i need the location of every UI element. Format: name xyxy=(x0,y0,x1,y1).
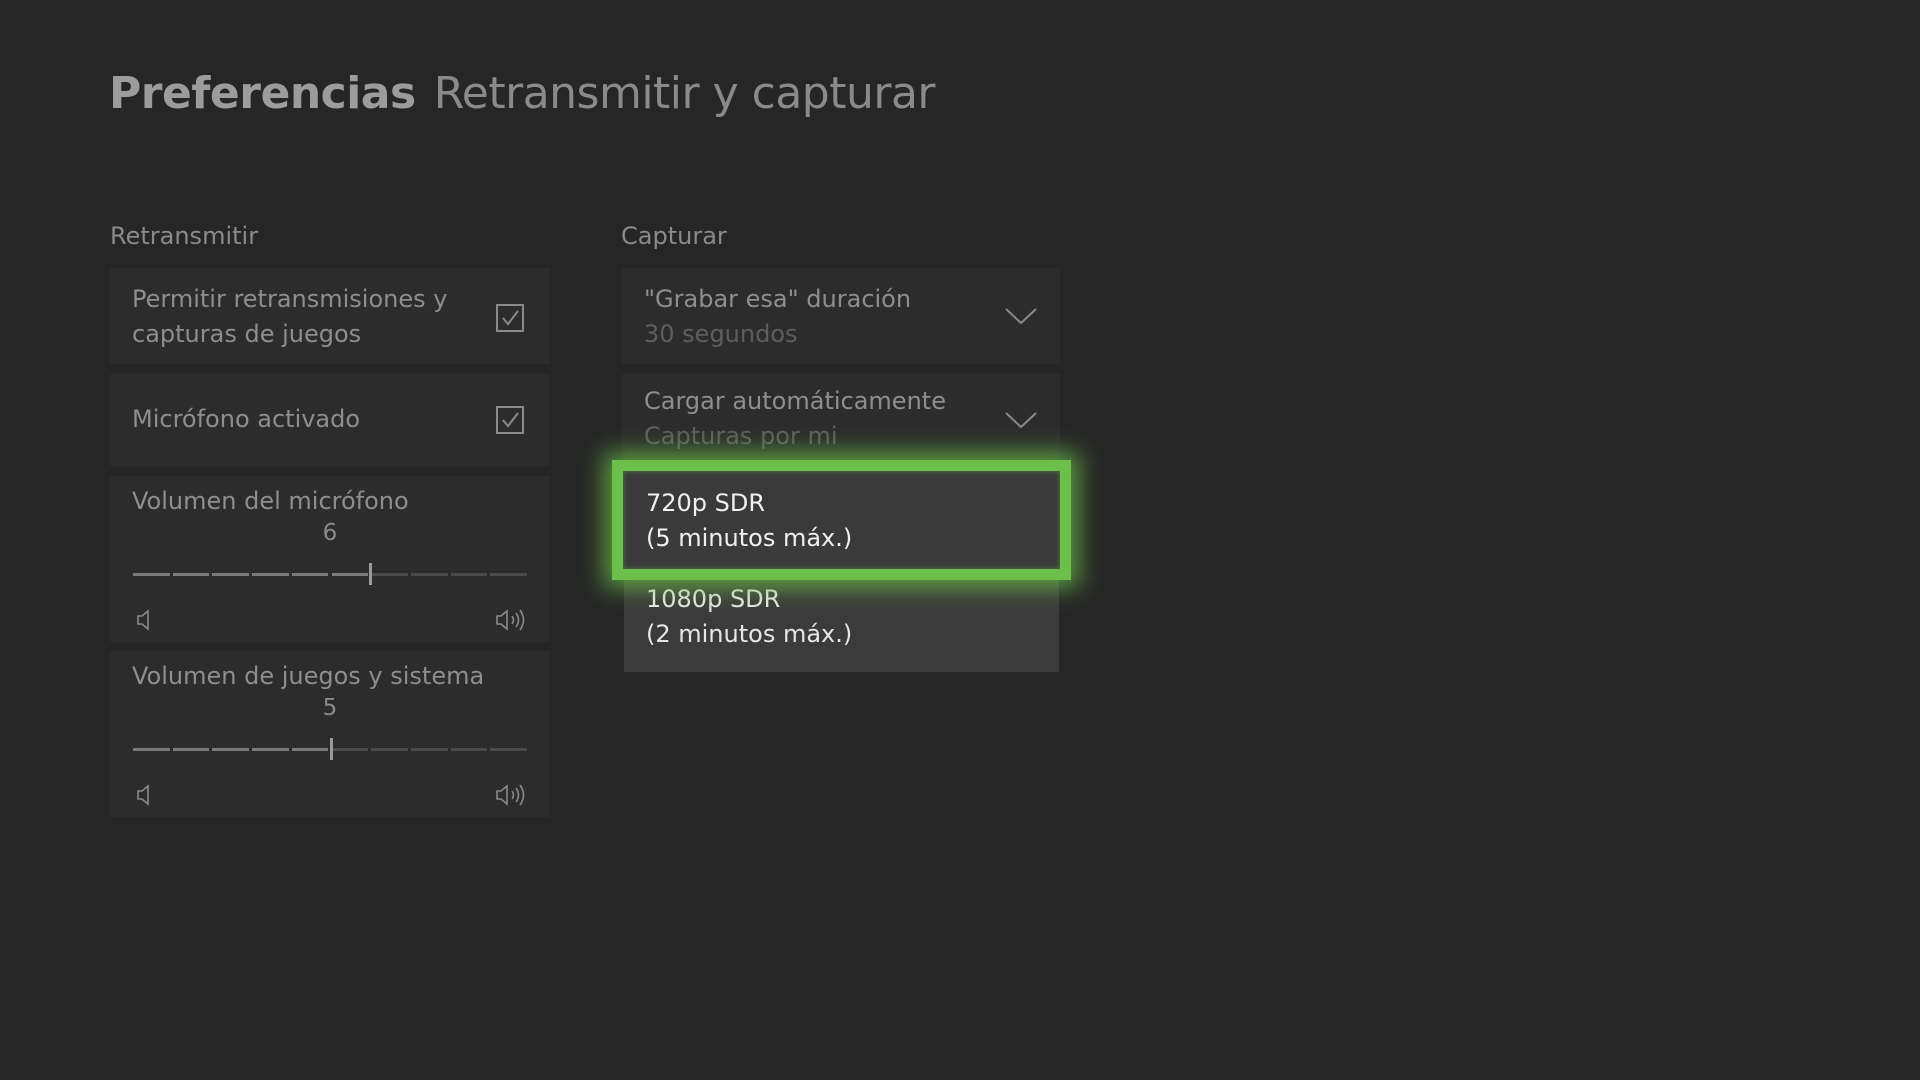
slider-segment xyxy=(291,748,329,751)
capture-heading: Capturar xyxy=(621,222,727,250)
volume-low-icon xyxy=(137,609,149,631)
mic-volume-label: Volumen del micrófono xyxy=(132,487,409,515)
slider-segment xyxy=(371,573,408,576)
slider-segment xyxy=(172,573,210,576)
slider-segment xyxy=(291,573,329,576)
page-title-main: Preferencias xyxy=(109,68,416,119)
option-1080p-sublabel: (2 minutos máx.) xyxy=(646,620,853,648)
record-that-label: "Grabar esa" duración xyxy=(644,285,912,313)
mic-volume-value: 6 xyxy=(322,520,338,546)
slider-segment xyxy=(212,573,250,576)
slider-segment xyxy=(410,573,448,576)
checkmark-icon xyxy=(502,412,519,428)
slider-segment xyxy=(331,573,369,576)
page-title: Preferencias Retransmitir y capturar xyxy=(109,68,936,119)
mic-volume-slider-tile[interactable]: Volumen del micrófono 6 xyxy=(110,476,550,642)
slider-segment xyxy=(371,748,408,751)
mic-volume-slider[interactable] xyxy=(132,563,529,585)
volume-high-icon xyxy=(496,609,525,631)
slider-thumb[interactable] xyxy=(329,738,333,760)
slider-segment xyxy=(212,748,250,751)
allow-broadcast-toggle[interactable]: Permitir retransmisiones y capturas de j… xyxy=(110,268,550,364)
record-that-dropdown[interactable]: "Grabar esa" duración 30 segundos xyxy=(622,268,1060,364)
allow-broadcast-checkbox[interactable] xyxy=(496,304,524,332)
option-720p-label: 720p SDR xyxy=(646,489,766,517)
chevron-down-icon xyxy=(1005,412,1037,429)
game-volume-value: 5 xyxy=(322,695,338,721)
slider-segment xyxy=(172,748,210,751)
chevron-down-icon xyxy=(1005,308,1037,325)
option-1080p-label: 1080p SDR xyxy=(646,585,781,613)
allow-broadcast-label-line2: capturas de juegos xyxy=(132,320,362,348)
resolution-option-720p[interactable]: 720p SDR (5 minutos máx.) xyxy=(612,460,1071,580)
auto-upload-dropdown[interactable]: Cargar automáticamente Capturas por mi xyxy=(622,374,1060,466)
microphone-label: Micrófono activado xyxy=(132,405,361,433)
slider-segment xyxy=(490,573,527,576)
slider-segment xyxy=(490,748,527,751)
broadcast-heading: Retransmitir xyxy=(110,222,259,250)
slider-segment xyxy=(450,748,488,751)
microphone-checkbox[interactable] xyxy=(496,406,524,434)
slider-segment xyxy=(410,748,448,751)
game-volume-slider-tile[interactable]: Volumen de juegos y sistema 5 xyxy=(110,651,550,817)
slider-thumb[interactable] xyxy=(369,563,373,585)
game-volume-slider[interactable] xyxy=(132,738,529,760)
checkmark-icon xyxy=(502,310,519,326)
microphone-toggle[interactable]: Micrófono activado xyxy=(110,374,550,466)
volume-low-icon xyxy=(137,784,149,806)
slider-segment xyxy=(133,573,170,576)
option-720p-sublabel: (5 minutos máx.) xyxy=(646,524,853,552)
record-that-value: 30 segundos xyxy=(644,320,798,348)
game-volume-label: Volumen de juegos y sistema xyxy=(132,662,485,690)
page-title-sub: Retransmitir y capturar xyxy=(433,68,936,119)
volume-high-icon xyxy=(496,784,525,806)
slider-segment xyxy=(133,748,170,751)
allow-broadcast-label-line1: Permitir retransmisiones y xyxy=(132,285,448,313)
settings-page: Preferencias Retransmitir y capturar Retr… xyxy=(0,0,1920,1080)
slider-segment xyxy=(252,748,289,751)
auto-upload-value: Capturas por mi xyxy=(644,422,838,450)
slider-segment xyxy=(331,748,369,751)
auto-upload-label: Cargar automáticamente xyxy=(644,387,946,415)
slider-segment xyxy=(450,573,488,576)
slider-segment xyxy=(252,573,289,576)
